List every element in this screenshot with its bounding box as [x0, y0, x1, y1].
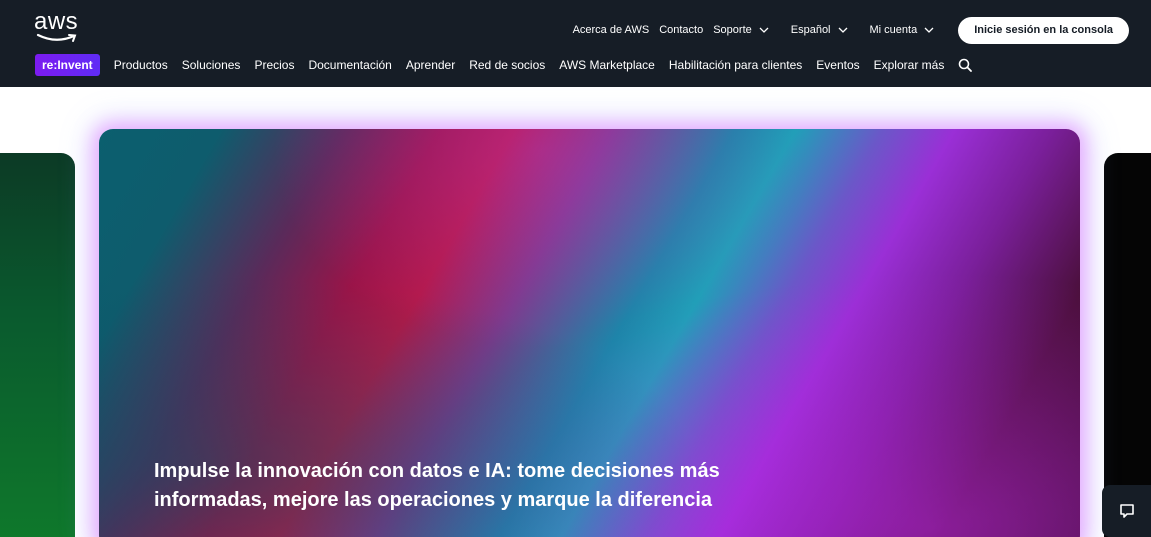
chevron-down-icon [838, 27, 847, 33]
page: aws Acerca de AWS Contacto Soporte Españ… [0, 0, 1151, 537]
logo-text: aws [34, 8, 79, 35]
nav-item-precios[interactable]: Precios [254, 58, 294, 72]
account-label: Mi cuenta [869, 24, 918, 36]
carousel-card-previous[interactable] [0, 153, 75, 537]
nav-item-eventos[interactable]: Eventos [816, 58, 859, 72]
nav-item-documentacion[interactable]: Documentación [308, 58, 391, 72]
nav-item-explorar-mas[interactable]: Explorar más [874, 58, 945, 72]
nav-item-soluciones[interactable]: Soluciones [182, 58, 241, 72]
chat-button[interactable] [1102, 485, 1151, 537]
language-menu[interactable]: Español [791, 24, 848, 36]
language-label: Español [790, 24, 831, 36]
chevron-down-icon [924, 27, 934, 33]
contact-link[interactable]: Contacto [659, 24, 703, 36]
search-icon[interactable] [958, 58, 973, 72]
account-menu[interactable]: Mi cuenta [870, 24, 935, 36]
hero-title-line-1: Impulse la innovación con datos e IA: to… [154, 460, 720, 482]
aws-smile-icon [36, 33, 77, 42]
aws-logo[interactable]: aws [34, 10, 84, 46]
top-navigation: aws Acerca de AWS Contacto Soporte Españ… [0, 0, 1151, 87]
utility-nav: Acerca de AWS Contacto Soporte Español M… [573, 16, 1151, 44]
nav-item-red-de-socios[interactable]: Red de socios [469, 58, 545, 72]
nav-item-aprender[interactable]: Aprender [406, 58, 455, 72]
chevron-down-icon [759, 27, 769, 33]
hero-card[interactable]: Impulse la innovación con datos e IA: to… [99, 129, 1080, 537]
main-nav: re:Invent Productos Soluciones Precios D… [35, 53, 973, 77]
nav-item-productos[interactable]: Productos [114, 58, 168, 72]
reinvent-badge[interactable]: re:Invent [35, 54, 100, 76]
support-label: Soporte [713, 24, 752, 36]
chat-icon [1119, 504, 1134, 518]
nav-item-habilitacion[interactable]: Habilitación para clientes [669, 58, 802, 72]
support-menu[interactable]: Soporte [713, 24, 769, 36]
hero-title-line-2: informadas, mejore las operaciones y mar… [154, 489, 712, 511]
hero-title: Impulse la innovación con datos e IA: to… [154, 457, 794, 515]
carousel-card-next[interactable] [1104, 153, 1151, 537]
about-aws-link[interactable]: Acerca de AWS [573, 24, 650, 36]
nav-item-aws-marketplace[interactable]: AWS Marketplace [559, 58, 655, 72]
console-signin-button[interactable]: Inicie sesión en la consola [958, 16, 1129, 44]
